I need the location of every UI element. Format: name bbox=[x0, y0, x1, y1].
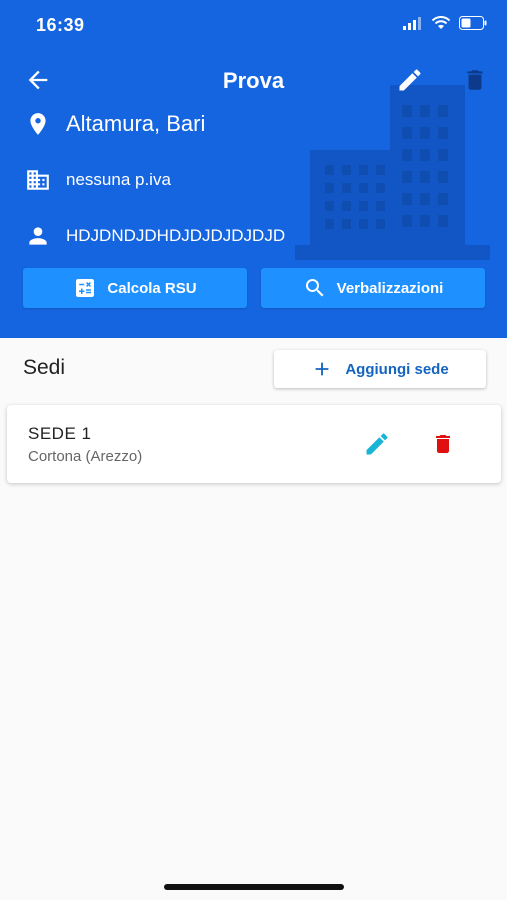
verbalizzazioni-label: Verbalizzazioni bbox=[336, 279, 444, 297]
header: 16:39 Prova Altamura, Bari nessuna p.iva… bbox=[0, 0, 507, 338]
trash-icon[interactable] bbox=[462, 66, 488, 94]
trash-icon[interactable] bbox=[431, 430, 455, 458]
company-person: HDJDNDJDHDJDJDJDJDJD bbox=[66, 226, 286, 245]
home-indicator bbox=[164, 884, 344, 890]
verbalizzazioni-button[interactable]: Verbalizzazioni bbox=[261, 268, 485, 308]
company-piva: nessuna p.iva bbox=[66, 170, 171, 189]
search-icon bbox=[305, 279, 324, 297]
building-icon bbox=[24, 166, 52, 194]
sede-name: SEDE 1 bbox=[28, 424, 92, 443]
sede-location: Cortona (Arezzo) bbox=[28, 448, 143, 465]
pencil-icon[interactable] bbox=[396, 66, 424, 94]
battery-icon bbox=[459, 16, 487, 30]
piva-row: nessuna p.iva bbox=[24, 166, 171, 194]
aggiungi-sede-label: Aggiungi sede bbox=[345, 360, 449, 378]
person-row: HDJDNDJDHDJDJDJDJDJD bbox=[24, 222, 285, 250]
status-time: 16:39 bbox=[36, 15, 85, 35]
location-pin-icon bbox=[24, 110, 52, 138]
calcola-rsu-button[interactable]: Calcola RSU bbox=[23, 268, 247, 308]
person-icon bbox=[24, 222, 52, 250]
city-row: Altamura, Bari bbox=[24, 110, 205, 138]
pencil-icon[interactable] bbox=[363, 430, 391, 458]
status-icons bbox=[403, 16, 487, 30]
sedi-heading: Sedi bbox=[23, 356, 66, 379]
status-bar: 16:39 bbox=[0, 0, 507, 50]
page-title: Prova bbox=[222, 68, 285, 93]
company-city: Altamura, Bari bbox=[66, 111, 206, 136]
signal-icon bbox=[403, 17, 421, 30]
sede-card[interactable]: SEDE 1 Cortona (Arezzo) bbox=[7, 405, 501, 483]
aggiungi-sede-button[interactable]: Aggiungi sede bbox=[274, 350, 486, 388]
plus-icon bbox=[315, 362, 329, 376]
calcola-rsu-label: Calcola RSU bbox=[107, 279, 197, 297]
wifi-icon bbox=[431, 16, 451, 29]
calculator-icon bbox=[76, 279, 95, 297]
